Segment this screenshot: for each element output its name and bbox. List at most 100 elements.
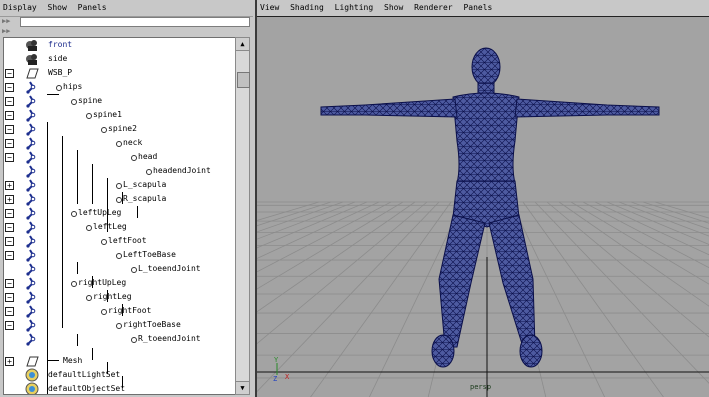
tree-item-head[interactable]: − head [4, 150, 236, 164]
viewport-menubar: View Shading Lighting Show Renderer Pane… [257, 0, 709, 17]
tree-item-label: front [48, 40, 73, 49]
joint-node [116, 141, 122, 147]
menu-show[interactable]: Show [45, 0, 70, 16]
filter-field[interactable] [20, 17, 250, 27]
tree-item-label: L_toeendJoint [138, 264, 201, 273]
menu-display[interactable]: Display [0, 0, 40, 16]
tree-item-neck[interactable]: − neck [4, 136, 236, 150]
collapse-toggle[interactable]: − [5, 321, 14, 330]
joint-icon [24, 304, 40, 318]
tree-item-label: leftFoot [108, 236, 147, 245]
tree-item-headendjoint[interactable]: headendJoint [4, 164, 236, 178]
joint-node [146, 169, 152, 175]
tree-item-label: WSB_P [48, 68, 73, 77]
scrollbar-thumb[interactable] [237, 72, 250, 88]
collapse-toggle[interactable]: − [5, 69, 14, 78]
viewport-scene[interactable]: Y Z X persp [257, 17, 709, 397]
tree-item-defaultobjectset[interactable]: defaultObjectSet [4, 382, 236, 394]
collapse-toggle[interactable]: − [5, 97, 14, 106]
tree-item-rightupleg[interactable]: − rightUpLeg [4, 276, 236, 290]
joint-node [131, 155, 137, 161]
tree-item-label: side [48, 54, 68, 63]
tree-item-leftupleg[interactable]: − leftUpLeg [4, 206, 236, 220]
joint-node [71, 281, 77, 287]
collapse-toggle[interactable]: − [5, 293, 14, 302]
tree-item-mesh[interactable]: + Mesh [4, 354, 236, 368]
mesh-left-foot [519, 334, 543, 368]
collapse-toggle[interactable]: − [5, 279, 14, 288]
tree-item-defaultlightset[interactable]: defaultLightSet [4, 368, 236, 382]
menu-panels[interactable]: Panels [75, 0, 110, 16]
tree-item-leftfoot[interactable]: − leftFoot [4, 234, 236, 248]
tree-item-front[interactable]: front [4, 38, 236, 52]
expand-toggle[interactable]: + [5, 357, 14, 366]
menu-lighting[interactable]: Lighting [332, 0, 377, 16]
tree-item-righttoebase[interactable]: − rightToeBase [4, 318, 236, 332]
outliner-scrollbar[interactable]: ▲ ▼ [235, 37, 250, 395]
scroll-up-icon[interactable]: ▲ [236, 38, 249, 51]
tree-item-l-toeendjoint[interactable]: L_toeendJoint [4, 262, 236, 276]
joint-node [56, 85, 62, 91]
collapse-toggle[interactable]: − [5, 307, 14, 316]
joint-node [101, 239, 107, 245]
mesh-torso [452, 92, 520, 184]
tree-item-rightfoot[interactable]: − rightFoot [4, 304, 236, 318]
collapse-toggle[interactable]: − [5, 83, 14, 92]
collapse-toggle[interactable]: − [5, 209, 14, 218]
joint-icon [24, 108, 40, 122]
tree-item-spine1[interactable]: − spine1 [4, 108, 236, 122]
set-icon [24, 382, 40, 394]
scroll-down-icon[interactable]: ▼ [236, 381, 249, 394]
menu-shading[interactable]: Shading [287, 0, 327, 16]
collapse-toggle[interactable]: − [5, 251, 14, 260]
joint-icon [24, 206, 40, 220]
joint-node [116, 197, 122, 203]
outliner-panel: Display Show Panels ▶▶ ▶▶ front side − W… [0, 0, 253, 397]
tree-item-spine[interactable]: − spine [4, 94, 236, 108]
joint-icon [24, 192, 40, 206]
tree-item-label: head [138, 152, 158, 161]
joint-icon [24, 248, 40, 262]
tree-item-r-scapula[interactable]: + R_scapula [4, 192, 236, 206]
joint-node [86, 295, 92, 301]
filter-arrows-icon[interactable]: ▶▶ [2, 27, 18, 36]
menu-panels[interactable]: Panels [460, 0, 495, 16]
tree-item-lefttoebase[interactable]: − LeftToeBase [4, 248, 236, 262]
joint-icon [24, 150, 40, 164]
perspective-viewport[interactable]: View Shading Lighting Show Renderer Pane… [255, 0, 709, 397]
tree-item-hips[interactable]: − hips [4, 80, 236, 94]
menu-view[interactable]: View [257, 0, 282, 16]
tree-item-label: Mesh [63, 356, 83, 365]
collapse-toggle[interactable]: − [5, 139, 14, 148]
joint-node [71, 211, 77, 217]
joint-icon [24, 94, 40, 108]
menu-show[interactable]: Show [381, 0, 406, 16]
tree-item-leftleg[interactable]: − leftLeg [4, 220, 236, 234]
tree-item-label: headendJoint [153, 166, 211, 175]
menu-renderer[interactable]: Renderer [411, 0, 456, 16]
tree-item-spine2[interactable]: − spine2 [4, 122, 236, 136]
filter-arrows-icon[interactable]: ▶▶ [2, 17, 18, 26]
joint-node [101, 127, 107, 133]
collapse-toggle[interactable]: − [5, 153, 14, 162]
tree-item-side[interactable]: side [4, 52, 236, 66]
tree-item-r-toeendjoint[interactable]: R_toeendJoint [4, 332, 236, 346]
tree-item-label: leftLeg [93, 222, 127, 231]
joint-icon [24, 262, 40, 276]
tree-item-label: R_scapula [123, 194, 167, 203]
collapse-toggle[interactable]: − [5, 111, 14, 120]
joint-icon [24, 332, 40, 346]
tree-item-wsb-p[interactable]: − WSB_P [4, 66, 236, 80]
expand-toggle[interactable]: + [5, 181, 14, 190]
joint-icon [24, 276, 40, 290]
expand-toggle[interactable]: + [5, 195, 14, 204]
tree-item-rightleg[interactable]: − rightLeg [4, 290, 236, 304]
collapse-toggle[interactable]: − [5, 125, 14, 134]
joint-node [116, 183, 122, 189]
collapse-toggle[interactable]: − [5, 237, 14, 246]
tree-item-l-scapula[interactable]: + L_scapula [4, 178, 236, 192]
joint-icon [24, 234, 40, 248]
collapse-toggle[interactable]: − [5, 223, 14, 232]
axis-label-z: Z [273, 375, 277, 383]
joint-icon [24, 136, 40, 150]
